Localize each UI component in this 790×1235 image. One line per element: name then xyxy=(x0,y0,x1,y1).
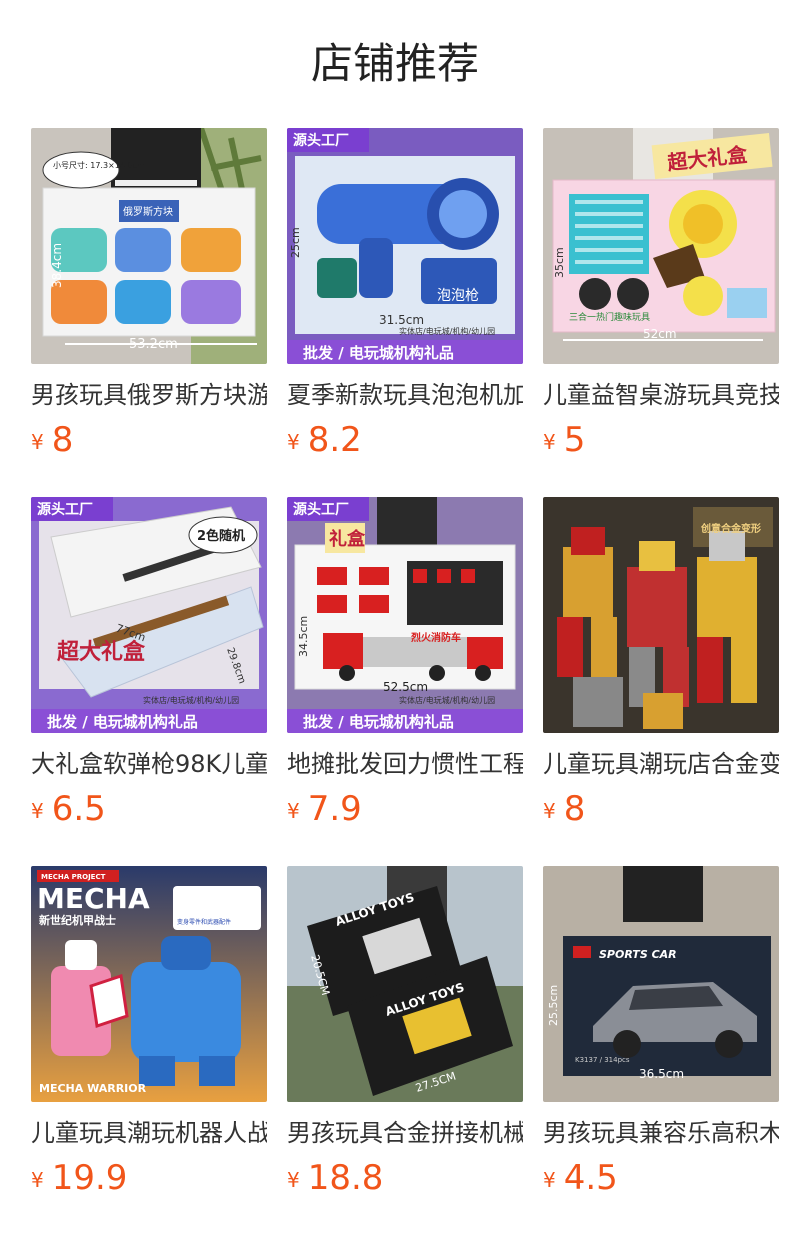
soft-bullet-gun-box-image[interactable]: 2色随机 超大礼盒 77cm 29.8cm 源头工厂 实体店/电玩城/机构/幼儿… xyxy=(31,497,267,733)
image-caption-text: 泡泡枪 xyxy=(437,287,479,304)
image-dimension-text: 36.5cm xyxy=(639,1067,684,1081)
product-price: ¥8 xyxy=(31,420,267,464)
product-grid: 38.4cm 53.2cm 小号尺寸: 17.3×14.8cm 俄罗斯方块 男孩… xyxy=(31,128,781,1235)
price-value: 5 xyxy=(563,420,586,460)
bubble-gun-box-image[interactable]: 源头工厂 25cm 31.5cm 泡泡枪 实体店/电玩城/机构/幼儿园 批发 /… xyxy=(287,128,523,364)
price-value: 6.5 xyxy=(51,789,106,829)
image-caption-text: SPORTS CAR xyxy=(599,948,677,961)
currency-symbol: ¥ xyxy=(287,799,300,823)
currency-symbol: ¥ xyxy=(543,430,556,454)
transforming-robots-image[interactable]: 创意合金变形 xyxy=(543,497,779,733)
product-card[interactable]: ALLOY TOYS ALLOY TOYS 20.5CM 27.5CM 男孩玩具… xyxy=(287,866,523,1235)
product-name[interactable]: 男孩玩具俄罗斯方块游戏机 xyxy=(31,378,267,412)
currency-symbol: ¥ xyxy=(31,430,44,454)
currency-symbol: ¥ xyxy=(31,799,44,823)
image-dimension-text: 34.5cm xyxy=(297,616,310,657)
image-caption-text: 实体店/电玩城/机构/幼儿园 xyxy=(399,326,495,336)
product-name[interactable]: 儿童益智桌游玩具竞技对战 xyxy=(543,378,779,412)
currency-symbol: ¥ xyxy=(543,1168,556,1192)
product-price: ¥8.2 xyxy=(287,420,523,464)
image-caption-text: 三合一热门趣味玩具 xyxy=(569,311,650,323)
image-caption-text: 超大礼盒 xyxy=(57,639,146,665)
alloy-toys-box-image[interactable]: ALLOY TOYS ALLOY TOYS 20.5CM 27.5CM xyxy=(287,866,523,1102)
currency-symbol: ¥ xyxy=(287,1168,300,1192)
image-caption-text: 源头工厂 xyxy=(293,501,349,518)
image-caption-text: 俄罗斯方块 xyxy=(123,205,173,218)
price-value: 18.8 xyxy=(307,1158,384,1198)
image-caption-text: 实体店/电玩城/机构/幼儿园 xyxy=(143,695,239,705)
price-value: 7.9 xyxy=(307,789,362,829)
product-card[interactable]: 礼盒 34.5cm 52.5cm 烈火消防车 源头工厂 实体店/电玩城/机构/幼… xyxy=(287,497,523,866)
image-dimension-text: 25.5cm xyxy=(547,985,560,1026)
image-caption-text: MECHA xyxy=(37,882,150,915)
image-caption-text: 批发 / 电玩城机构礼品 xyxy=(47,713,198,731)
product-price: ¥5 xyxy=(543,420,779,464)
image-dimension-text: 38.4cm xyxy=(50,243,64,288)
product-name[interactable]: 儿童玩具潮玩店合金变形机甲 xyxy=(543,747,779,781)
product-card[interactable]: 2色随机 超大礼盒 77cm 29.8cm 源头工厂 实体店/电玩城/机构/幼儿… xyxy=(31,497,267,866)
image-caption-text: 批发 / 电玩城机构礼品 xyxy=(303,713,454,731)
product-price: ¥4.5 xyxy=(543,1158,779,1202)
product-card[interactable]: MECHA PROJECT MECHA 新世纪机甲战士 变身零件和武器配件 ME… xyxy=(31,866,267,1235)
image-caption-text: 批发 / 电玩城机构礼品 xyxy=(303,344,454,362)
image-caption-text: 烈火消防车 xyxy=(411,631,461,644)
page-title: 店铺推荐 xyxy=(310,39,479,88)
image-caption-text: K3137 / 314pcs xyxy=(575,1056,630,1064)
fire-truck-set-box-image[interactable]: 礼盒 34.5cm 52.5cm 烈火消防车 源头工厂 实体店/电玩城/机构/幼… xyxy=(287,497,523,733)
price-value: 8.2 xyxy=(307,420,362,460)
price-value: 8 xyxy=(563,789,586,829)
price-value: 8 xyxy=(51,420,74,460)
product-price: ¥6.5 xyxy=(31,789,267,833)
product-name[interactable]: 儿童玩具潮玩机器人战士 xyxy=(31,1116,267,1150)
currency-symbol: ¥ xyxy=(287,430,300,454)
image-caption-text: 变身零件和武器配件 xyxy=(177,918,231,926)
image-dimension-text: 52.5cm xyxy=(383,680,428,694)
product-card[interactable]: 超大礼盒 35cm 52cm 三合一热门趣味玩具 儿童益智桌游玩具竞技对战 ¥5 xyxy=(543,128,779,497)
handheld-game-console-box-image[interactable]: 38.4cm 53.2cm 小号尺寸: 17.3×14.8cm 俄罗斯方块 xyxy=(31,128,267,364)
image-caption-text: 创意合金变形 xyxy=(700,522,761,535)
product-price: ¥7.9 xyxy=(287,789,523,833)
product-price: ¥8 xyxy=(543,789,779,833)
mecha-warrior-image[interactable]: MECHA PROJECT MECHA 新世纪机甲战士 变身零件和武器配件 ME… xyxy=(31,866,267,1102)
image-dimension-text: 35cm xyxy=(553,247,566,278)
image-caption-text: 源头工厂 xyxy=(293,132,349,149)
product-name[interactable]: 男孩玩具兼容乐高积木跑车 xyxy=(543,1116,779,1150)
sports-car-blocks-box-image[interactable]: SPORTS CAR 25.5cm 36.5cm K3137 / 314pcs xyxy=(543,866,779,1102)
product-card[interactable]: 源头工厂 25cm 31.5cm 泡泡枪 实体店/电玩城/机构/幼儿园 批发 /… xyxy=(287,128,523,497)
image-dimension-text: 31.5cm xyxy=(379,313,424,327)
product-card[interactable]: 38.4cm 53.2cm 小号尺寸: 17.3×14.8cm 俄罗斯方块 男孩… xyxy=(31,128,267,497)
product-card[interactable]: SPORTS CAR 25.5cm 36.5cm K3137 / 314pcs … xyxy=(543,866,779,1235)
product-price: ¥19.9 xyxy=(31,1158,267,1202)
image-caption-text: 小号尺寸: 17.3×14.8cm xyxy=(53,160,145,170)
product-card[interactable]: 创意合金变形 儿童玩具潮玩店合金变形机甲 ¥8 xyxy=(543,497,779,866)
image-caption-text: MECHA WARRIOR xyxy=(39,1082,147,1095)
image-dimension-text: 52cm xyxy=(643,327,677,341)
product-name[interactable]: 男孩玩具合金拼接机械车 xyxy=(287,1116,523,1150)
board-game-box-image[interactable]: 超大礼盒 35cm 52cm 三合一热门趣味玩具 xyxy=(543,128,779,364)
currency-symbol: ¥ xyxy=(31,1168,44,1192)
image-caption-text: 源头工厂 xyxy=(37,501,93,518)
image-caption-text: 新世纪机甲战士 xyxy=(39,913,116,927)
product-name[interactable]: 地摊批发回力惯性工程消防车 xyxy=(287,747,523,781)
price-value: 19.9 xyxy=(51,1158,128,1198)
currency-symbol: ¥ xyxy=(543,799,556,823)
image-caption-text: 礼盒 xyxy=(329,528,366,550)
image-caption-text: 2色随机 xyxy=(197,528,245,544)
price-value: 4.5 xyxy=(563,1158,618,1198)
image-dimension-text: 53.2cm xyxy=(129,337,178,352)
image-caption-text: MECHA PROJECT xyxy=(41,873,106,881)
product-price: ¥18.8 xyxy=(287,1158,523,1202)
image-dimension-text: 25cm xyxy=(289,227,302,258)
product-name[interactable]: 夏季新款玩具泡泡机加特林 xyxy=(287,378,523,412)
image-caption-text: 实体店/电玩城/机构/幼儿园 xyxy=(399,695,495,705)
product-name[interactable]: 大礼盒软弹枪98K儿童玩具 xyxy=(31,747,267,781)
